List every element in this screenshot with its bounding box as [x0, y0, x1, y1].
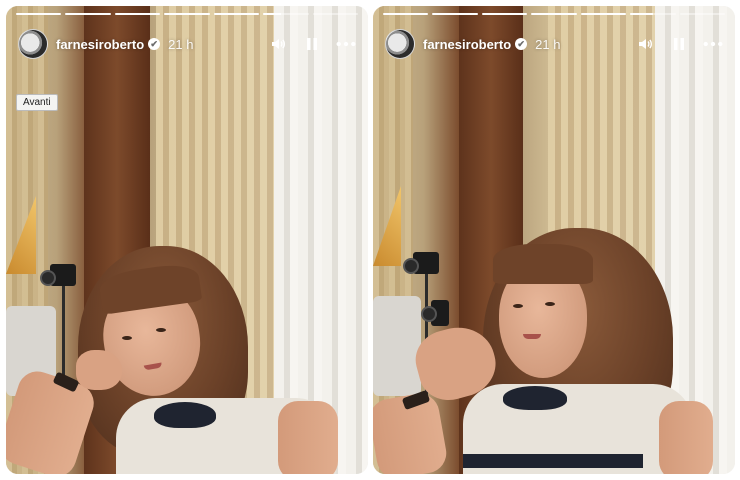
story-controls [268, 34, 356, 54]
progress-fill [263, 13, 282, 15]
progress-segment [263, 13, 309, 15]
username-link[interactable]: farnesiroberto [56, 37, 144, 52]
avatar[interactable] [385, 29, 415, 59]
more-icon[interactable] [336, 34, 356, 54]
more-icon[interactable] [703, 34, 723, 54]
progress-segment [65, 13, 111, 15]
progress-segment [383, 13, 429, 15]
camera-rig [403, 252, 439, 274]
person-hand [76, 350, 122, 390]
story-progress-bar [16, 13, 358, 15]
volume-icon[interactable] [635, 34, 655, 54]
person-eye [513, 304, 523, 308]
volume-icon[interactable] [268, 34, 288, 54]
progress-fill [16, 13, 62, 15]
progress-fill [432, 13, 478, 15]
progress-segment [114, 13, 161, 15]
person-bangs [493, 244, 593, 284]
story-viewer-left[interactable]: farnesiroberto ✔ 21 h Avanti [6, 6, 368, 474]
story-viewer-right[interactable]: farnesiroberto ✔ 21 h [373, 6, 735, 474]
person-mouth [523, 334, 541, 339]
top-waistband [463, 454, 643, 468]
progress-fill [580, 13, 627, 15]
post-time: 21 h [535, 36, 561, 52]
person-shoulder [659, 401, 713, 474]
post-time: 21 h [168, 36, 194, 52]
top-neckline [154, 402, 216, 428]
progress-fill [383, 13, 429, 15]
username-link[interactable]: farnesiroberto [423, 37, 511, 52]
monitor [421, 300, 449, 326]
progress-fill [481, 13, 528, 15]
progress-segment [312, 13, 358, 15]
chair [373, 296, 421, 396]
progress-segment [630, 13, 676, 15]
progress-fill [630, 13, 653, 15]
story-progress-bar [383, 13, 725, 15]
person-shoulder [278, 401, 338, 474]
progress-segment [432, 13, 478, 15]
person-eye [156, 328, 166, 332]
progress-segment [164, 13, 210, 15]
progress-fill [531, 13, 577, 15]
verified-badge-icon: ✔ [515, 38, 528, 50]
story-header: farnesiroberto ✔ 21 h [385, 28, 723, 60]
progress-fill [164, 13, 210, 15]
progress-fill [65, 13, 111, 15]
progress-segment [531, 13, 577, 15]
progress-segment [16, 13, 62, 15]
person-eye [545, 302, 555, 306]
story-controls [635, 34, 723, 54]
verified-badge-icon: ✔ [148, 38, 161, 50]
progress-segment [580, 13, 627, 15]
pause-icon[interactable] [669, 34, 689, 54]
progress-fill [114, 13, 161, 15]
story-header: farnesiroberto ✔ 21 h [18, 28, 356, 60]
camera-rig [40, 264, 76, 286]
pause-icon[interactable] [302, 34, 322, 54]
avatar[interactable] [18, 29, 48, 59]
person-eye [122, 336, 132, 340]
top-neckline [503, 386, 567, 410]
next-tooltip: Avanti [16, 94, 58, 111]
progress-segment [481, 13, 528, 15]
progress-segment [213, 13, 260, 15]
progress-fill [213, 13, 260, 15]
progress-segment [679, 13, 725, 15]
